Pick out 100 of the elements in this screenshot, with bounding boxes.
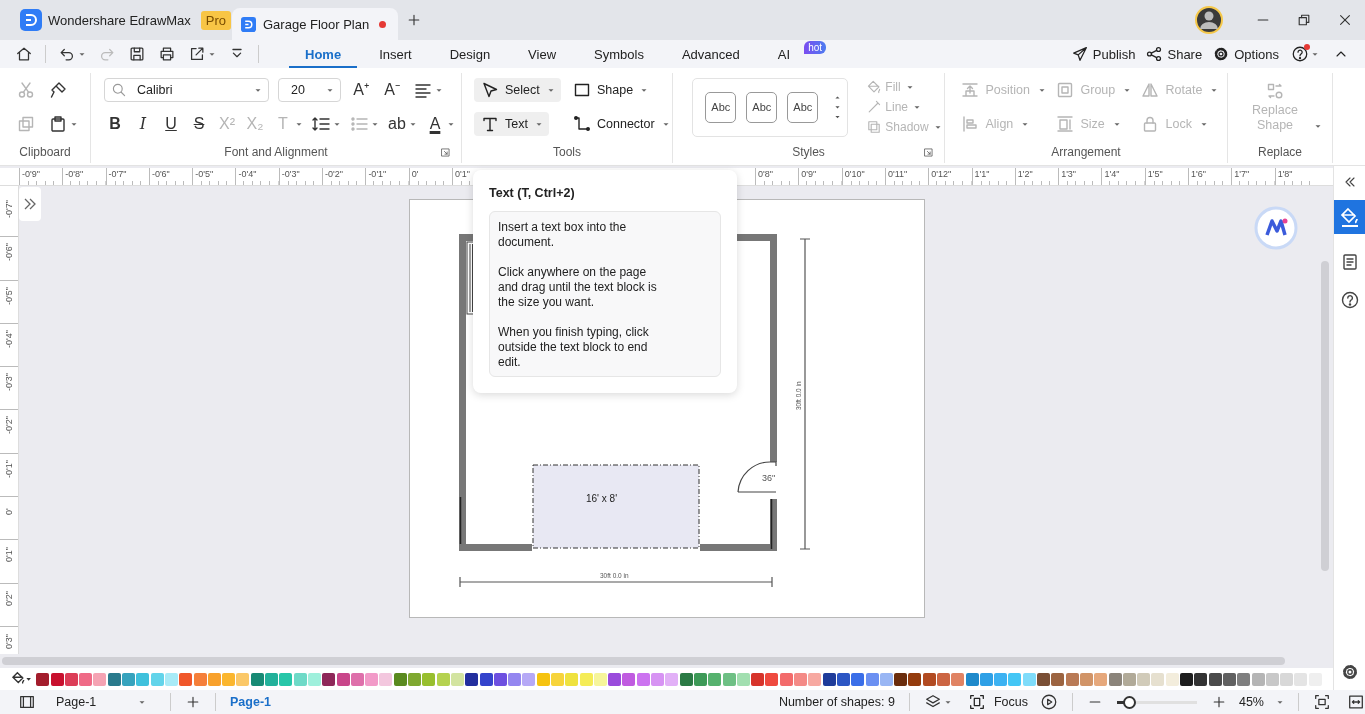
color-swatch[interactable]	[50, 672, 64, 686]
color-swatch[interactable]	[250, 672, 264, 686]
color-swatch[interactable]	[422, 672, 436, 686]
color-swatch[interactable]	[622, 672, 636, 686]
color-swatch[interactable]	[979, 672, 993, 686]
color-swatch[interactable]	[765, 672, 779, 686]
color-swatch[interactable]	[836, 672, 850, 686]
color-swatch[interactable]	[779, 672, 793, 686]
color-swatch[interactable]	[1122, 672, 1136, 686]
format-button[interactable]: B	[105, 114, 125, 134]
color-swatch[interactable]	[736, 672, 750, 686]
color-swatch[interactable]	[508, 672, 522, 686]
color-swatch[interactable]	[679, 672, 693, 686]
page-select[interactable]: Page-1	[56, 695, 156, 709]
color-swatch[interactable]	[608, 672, 622, 686]
color-swatch[interactable]	[1022, 672, 1036, 686]
color-swatch[interactable]	[1037, 672, 1051, 686]
color-swatch[interactable]	[822, 672, 836, 686]
color-swatch[interactable]	[1008, 672, 1022, 686]
color-swatch[interactable]	[479, 672, 493, 686]
color-swatch[interactable]	[207, 672, 221, 686]
page-tab[interactable]: Page-1	[230, 695, 271, 709]
color-swatch[interactable]	[522, 672, 536, 686]
format-button[interactable]: ab	[387, 114, 407, 134]
color-swatch[interactable]	[107, 672, 121, 686]
menu-tab[interactable]: Advanced	[665, 40, 756, 68]
color-swatch[interactable]	[593, 672, 607, 686]
tool-button[interactable]: Shape	[566, 78, 655, 102]
color-swatch[interactable]	[350, 672, 364, 686]
color-swatch[interactable]	[1294, 672, 1308, 686]
color-swatch[interactable]	[536, 672, 550, 686]
color-swatch[interactable]	[307, 672, 321, 686]
color-swatch[interactable]	[965, 672, 979, 686]
color-swatch[interactable]	[164, 672, 178, 686]
expand-panel-icon[interactable]	[19, 187, 41, 221]
dialog-launcher-icon[interactable]	[440, 146, 451, 158]
color-swatch[interactable]	[1237, 672, 1251, 686]
color-swatch[interactable]	[922, 672, 936, 686]
color-swatch[interactable]	[1308, 672, 1322, 686]
tool-button[interactable]: Connector	[566, 112, 676, 136]
color-swatch[interactable]	[808, 672, 822, 686]
color-swatch[interactable]	[450, 672, 464, 686]
fit-width-icon[interactable]	[1347, 693, 1365, 711]
restore-icon[interactable]	[1296, 12, 1312, 28]
format-button[interactable]: A⁺	[351, 80, 371, 100]
color-swatch[interactable]	[579, 672, 593, 686]
caret-icon[interactable]	[333, 121, 341, 127]
toolbar-action-button[interactable]: Share	[1145, 45, 1203, 63]
vertical-scrollbar[interactable]	[1321, 261, 1329, 571]
menu-tab[interactable]: Insert	[363, 40, 428, 68]
fit-page-icon[interactable]	[1313, 693, 1331, 711]
style-sample[interactable]: Abc	[705, 91, 737, 123]
page-panel-icon[interactable]	[18, 693, 36, 711]
color-swatch[interactable]	[937, 672, 950, 686]
dialog-launcher-icon[interactable]	[923, 146, 934, 158]
color-swatch[interactable]	[136, 672, 150, 686]
zoom-select[interactable]: 45%	[1238, 695, 1284, 709]
caret-icon[interactable]	[78, 51, 86, 57]
font-family-select[interactable]: Calibri	[104, 78, 269, 102]
color-swatch[interactable]	[951, 672, 965, 686]
color-swatch[interactable]	[379, 672, 393, 686]
color-swatch[interactable]	[1194, 672, 1208, 686]
color-swatch[interactable]	[636, 672, 650, 686]
add-page-icon[interactable]	[185, 694, 201, 710]
menu-tab[interactable]: Home	[289, 40, 358, 68]
color-swatch[interactable]	[93, 672, 107, 686]
color-swatch[interactable]	[122, 672, 136, 686]
color-swatch[interactable]	[193, 672, 207, 686]
color-swatch[interactable]	[851, 672, 865, 686]
color-swatch[interactable]	[365, 672, 379, 686]
color-swatch[interactable]	[1079, 672, 1093, 686]
save-icon[interactable]	[128, 45, 146, 63]
color-swatch[interactable]	[179, 672, 193, 686]
color-swatch[interactable]	[293, 672, 307, 686]
color-swatch[interactable]	[551, 672, 564, 686]
color-swatch[interactable]	[150, 672, 164, 686]
color-swatch[interactable]	[693, 672, 707, 686]
color-swatch[interactable]	[751, 672, 765, 686]
tool-button[interactable]: Select	[474, 78, 561, 102]
color-swatch[interactable]	[1094, 672, 1108, 686]
color-swatch[interactable]	[265, 672, 279, 686]
caret-icon[interactable]	[447, 121, 455, 127]
caret-icon[interactable]	[409, 121, 417, 127]
caret-icon[interactable]	[943, 699, 952, 705]
color-swatch[interactable]	[894, 672, 908, 686]
format-button[interactable]: S	[189, 114, 209, 134]
color-swatch[interactable]	[1065, 672, 1079, 686]
color-swatch[interactable]	[393, 672, 407, 686]
color-swatch[interactable]	[1137, 672, 1151, 686]
color-swatch[interactable]	[865, 672, 879, 686]
tool-button[interactable]: Text	[474, 112, 549, 136]
export-icon[interactable]	[188, 45, 206, 63]
color-swatch[interactable]	[1151, 672, 1165, 686]
color-swatch[interactable]	[64, 672, 78, 686]
color-swatch[interactable]	[722, 672, 736, 686]
color-swatch[interactable]	[1265, 672, 1279, 686]
color-swatch[interactable]	[651, 672, 665, 686]
paint-bucket-icon[interactable]	[1333, 200, 1365, 234]
color-swatch[interactable]	[1280, 672, 1294, 686]
color-swatch[interactable]	[879, 672, 893, 686]
